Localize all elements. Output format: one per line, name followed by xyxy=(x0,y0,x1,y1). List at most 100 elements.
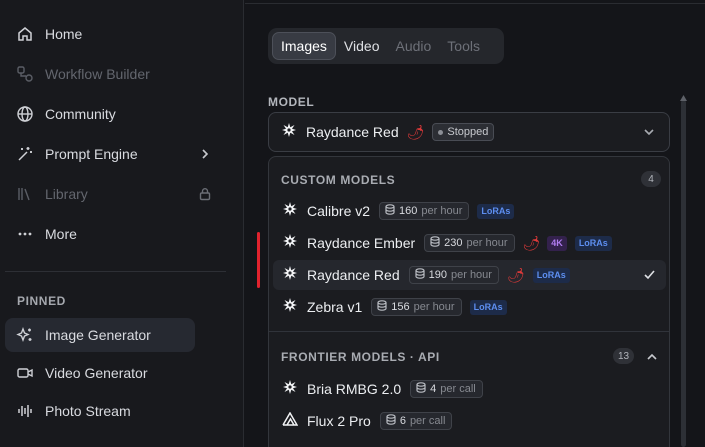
video-icon xyxy=(16,364,34,382)
model-option-zebra-v1[interactable]: Zebra v1 156 per hour LoRAs xyxy=(273,292,666,322)
chevron-up-icon[interactable] xyxy=(646,350,658,368)
model-name: Raydance Ember xyxy=(307,235,416,251)
tab-video[interactable]: Video xyxy=(336,32,388,60)
price-value: 230 xyxy=(444,237,463,249)
chili-pepper-icon: 🌶 xyxy=(406,123,425,140)
group-count-badge: 4 xyxy=(641,171,661,187)
sidebar-item-label: Photo Stream xyxy=(45,403,131,419)
price-badge: 190 per hour xyxy=(408,266,499,284)
price-unit: per hour xyxy=(466,237,508,249)
lora-tag: LoRAs xyxy=(532,267,570,283)
pinned-heading: PINNED xyxy=(17,294,66,308)
top-border xyxy=(245,3,705,4)
selection-indicator xyxy=(257,232,260,288)
sidebar-item-library: Library xyxy=(5,177,211,211)
more-icon xyxy=(16,225,34,243)
model-dropdown: CUSTOM MODELS 4 Calibre v2 160 per hour … xyxy=(268,156,670,447)
sidebar-item-label: Image Generator xyxy=(45,327,151,343)
tab-audio: Audio xyxy=(395,38,432,54)
selected-model-name: Raydance Red xyxy=(306,124,399,140)
tab-images[interactable]: Images xyxy=(272,32,336,60)
sidebar-item-label: Prompt Engine xyxy=(45,146,138,162)
tab-tools: Tools xyxy=(447,38,480,54)
model-option-raydance-red[interactable]: Raydance Red 190 per hour 🌶 LoRAs xyxy=(273,260,666,290)
database-icon xyxy=(415,268,425,282)
sidebar-item-label: More xyxy=(45,226,77,242)
lora-tag: LoRAs xyxy=(469,299,507,315)
price-value: 4 xyxy=(430,383,437,395)
chili-pepper-icon: 🌶 xyxy=(522,234,541,251)
home-icon xyxy=(16,25,34,43)
sidebar-item-video-generator[interactable]: Video Generator xyxy=(5,356,195,390)
price-unit: per hour xyxy=(421,205,463,217)
group-count-badge: 13 xyxy=(613,348,635,364)
sidebar-item-label: Community xyxy=(45,106,116,122)
price-value: 156 xyxy=(391,301,410,313)
database-icon xyxy=(385,204,395,218)
sidebar-item-home[interactable]: Home xyxy=(5,17,195,51)
model-logo-icon xyxy=(282,379,298,400)
sidebar-divider xyxy=(5,271,226,272)
chili-pepper-icon: 🌶 xyxy=(506,266,525,283)
status-text: Stopped xyxy=(447,126,489,138)
model-option-bria-rmbg[interactable]: Bria RMBG 2.0 4 per call xyxy=(273,374,666,404)
group-title-custom: CUSTOM MODELS xyxy=(281,173,396,187)
price-badge: 160 per hour xyxy=(379,202,470,220)
globe-icon xyxy=(16,105,34,123)
model-name: Raydance Red xyxy=(307,267,400,283)
price-value: 6 xyxy=(399,415,406,427)
model-logo-icon xyxy=(282,297,298,318)
price-badge: 6 per call xyxy=(379,412,453,430)
model-option-flux-2-pro[interactable]: Flux 2 Pro 6 per call xyxy=(273,406,666,436)
database-icon xyxy=(416,382,426,396)
sidebar-item-label: Home xyxy=(45,26,83,42)
workflow-icon xyxy=(16,65,34,83)
model-logo-icon xyxy=(282,201,298,222)
sidebar-item-label: Workflow Builder xyxy=(45,66,150,82)
waveform-icon xyxy=(16,402,34,420)
lora-tag: LoRAs xyxy=(574,235,612,251)
flux-logo-icon xyxy=(282,411,299,431)
price-badge: 4 per call xyxy=(410,380,483,398)
4k-tag: 4K xyxy=(547,235,567,251)
checkmark-icon xyxy=(643,268,656,286)
price-value: 190 xyxy=(428,269,447,281)
library-icon xyxy=(16,185,34,203)
model-option-calibre-v2[interactable]: Calibre v2 160 per hour LoRAs xyxy=(273,196,666,226)
price-value: 160 xyxy=(399,205,418,217)
price-unit: per hour xyxy=(413,301,455,313)
database-icon xyxy=(386,414,396,428)
sidebar-item-community[interactable]: Community xyxy=(5,97,195,131)
magic-wand-icon xyxy=(16,145,34,163)
chevron-down-icon xyxy=(643,125,655,143)
group-title-frontier: FRONTIER MODELS · API xyxy=(281,350,440,364)
status-badge: Stopped xyxy=(432,123,495,141)
sparkles-icon xyxy=(16,326,34,344)
sidebar-item-prompt-engine[interactable]: Prompt Engine xyxy=(5,137,209,171)
sidebar-item-image-generator[interactable]: Image Generator xyxy=(5,318,195,352)
lock-icon xyxy=(197,186,213,202)
database-icon xyxy=(430,236,440,250)
model-name: Calibre v2 xyxy=(307,203,371,219)
sidebar-item-label: Library xyxy=(45,186,88,202)
sidebar-item-photo-stream[interactable]: Photo Stream xyxy=(5,394,195,428)
sidebar-item-workflow-builder: Workflow Builder xyxy=(5,57,195,91)
model-option-raydance-ember[interactable]: Raydance Ember 230 per hour 🌶 4K LoRAs xyxy=(273,228,666,258)
price-unit: per call xyxy=(440,383,476,395)
price-badge: 156 per hour xyxy=(371,298,462,316)
scroll-up-arrow-icon[interactable] xyxy=(680,88,687,106)
model-name: Bria RMBG 2.0 xyxy=(307,381,402,397)
model-logo-icon xyxy=(281,122,297,143)
model-logo-icon xyxy=(282,233,298,254)
database-icon xyxy=(377,300,387,314)
scrollbar[interactable] xyxy=(681,100,686,447)
price-unit: per hour xyxy=(450,269,492,281)
lora-tag: LoRAs xyxy=(477,203,515,219)
model-select[interactable]: Raydance Red 🌶 Stopped xyxy=(268,112,670,152)
media-tabs: Images Video Audio Tools xyxy=(268,28,504,64)
sidebar-item-more[interactable]: More xyxy=(5,217,195,251)
group-divider xyxy=(269,331,669,332)
model-name: Flux 2 Pro xyxy=(307,413,371,429)
model-name: Zebra v1 xyxy=(307,299,363,315)
status-dot xyxy=(438,129,444,135)
